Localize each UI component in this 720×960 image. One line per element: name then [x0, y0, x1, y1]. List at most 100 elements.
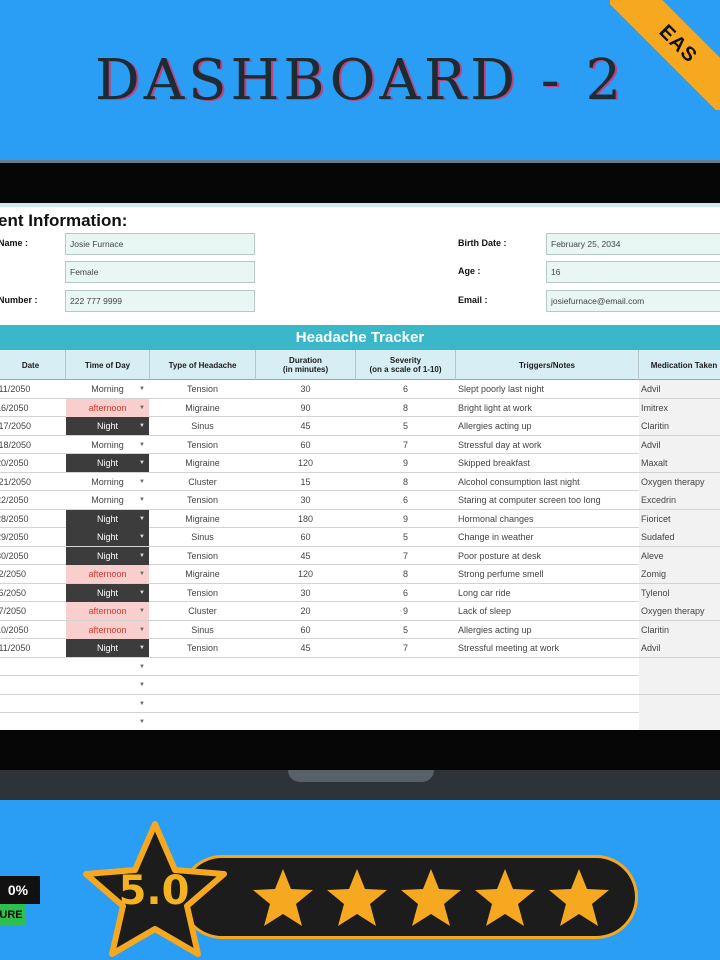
- table-row[interactable]: /17/2050 Night ▼ Sinus 45 5 Allergies acting u…: [0, 417, 720, 436]
- medication-cell[interactable]: Tylenol: [639, 583, 720, 602]
- time-of-day-select[interactable]: afternoon ▼: [66, 620, 149, 639]
- notes-cell[interactable]: [458, 713, 638, 730]
- table-row[interactable]: /21/2050 Morning ▼ Cluster 15 8 Alcohol consum…: [0, 472, 720, 491]
- time-of-day-select[interactable]: ▼: [66, 676, 149, 694]
- medication-cell[interactable]: Advil: [639, 639, 720, 657]
- table-row[interactable]: 22/2050 Morning ▼ Tension 30 6 Staring at comp…: [0, 491, 720, 510]
- time-of-day-select[interactable]: afternoon ▼: [66, 565, 149, 583]
- severity-cell[interactable]: [356, 676, 455, 694]
- medication-cell[interactable]: [639, 676, 720, 694]
- headache-type-cell[interactable]: [150, 676, 255, 694]
- time-of-day-select[interactable]: Night ▼: [66, 509, 149, 528]
- column-header-time[interactable]: Time of Day: [66, 350, 150, 380]
- headache-type-cell[interactable]: [150, 713, 255, 730]
- medication-cell[interactable]: Maxalt: [639, 454, 720, 472]
- headache-type-cell[interactable]: Tension: [150, 436, 255, 454]
- table-row[interactable]: ▼: [0, 676, 720, 695]
- medication-cell[interactable]: [639, 713, 720, 730]
- time-of-day-select[interactable]: Morning ▼: [66, 491, 149, 509]
- time-of-day-select[interactable]: Night ▼: [66, 639, 149, 657]
- column-header-duration[interactable]: Duration (in minutes): [256, 350, 356, 380]
- severity-cell[interactable]: 8: [356, 473, 455, 491]
- headache-type-cell[interactable]: Migraine: [150, 565, 255, 583]
- time-of-day-select[interactable]: ▼: [66, 713, 149, 730]
- duration-cell[interactable]: [256, 713, 355, 730]
- chevron-down-icon[interactable]: ▼: [139, 565, 145, 583]
- severity-cell[interactable]: 5: [356, 528, 455, 546]
- headache-type-cell[interactable]: Cluster: [150, 602, 255, 620]
- date-cell[interactable]: /6/2050: [0, 584, 66, 602]
- medication-cell[interactable]: Oxygen therapy: [639, 472, 720, 491]
- time-of-day-select[interactable]: Morning ▼: [66, 436, 149, 454]
- notes-cell[interactable]: Stressful day at work: [458, 436, 638, 454]
- date-cell[interactable]: 10/2050: [0, 621, 66, 639]
- chevron-down-icon[interactable]: ▼: [139, 528, 145, 546]
- email-field[interactable]: josiefurnace@email.com: [546, 290, 720, 312]
- age-field[interactable]: 16: [546, 261, 720, 283]
- chevron-down-icon[interactable]: ▼: [139, 491, 145, 509]
- date-cell[interactable]: [0, 695, 66, 713]
- duration-cell[interactable]: 120: [256, 454, 355, 472]
- date-cell[interactable]: 20/2050: [0, 454, 66, 472]
- medication-cell[interactable]: Imitrex: [639, 398, 720, 417]
- chevron-down-icon[interactable]: ▼: [139, 417, 145, 435]
- notes-cell[interactable]: Slept poorly last night: [458, 380, 638, 398]
- headache-type-cell[interactable]: Tension: [150, 491, 255, 509]
- duration-cell[interactable]: 45: [256, 417, 355, 435]
- medication-cell[interactable]: Claritin: [639, 417, 720, 435]
- table-row[interactable]: ▼: [0, 694, 720, 713]
- date-cell[interactable]: 22/2050: [0, 491, 66, 509]
- notes-cell[interactable]: Staring at computer screen too long: [458, 491, 638, 509]
- chevron-down-icon[interactable]: ▼: [139, 676, 145, 694]
- notes-cell[interactable]: Lack of sleep: [458, 602, 638, 620]
- headache-type-cell[interactable]: Tension: [150, 547, 255, 565]
- headache-type-cell[interactable]: Cluster: [150, 473, 255, 491]
- medication-cell[interactable]: Advil: [639, 435, 720, 454]
- time-of-day-select[interactable]: Night ▼: [66, 454, 149, 472]
- table-row[interactable]: 16/2050 afternoon ▼ Migraine 90 8 Bright light…: [0, 398, 720, 417]
- headache-type-cell[interactable]: [150, 658, 255, 676]
- time-of-day-select[interactable]: ▼: [66, 695, 149, 713]
- duration-cell[interactable]: 20: [256, 602, 355, 620]
- severity-cell[interactable]: 5: [356, 417, 455, 435]
- duration-cell[interactable]: 30: [256, 584, 355, 602]
- chevron-down-icon[interactable]: ▼: [139, 621, 145, 639]
- headache-type-cell[interactable]: Migraine: [150, 399, 255, 417]
- headache-type-cell[interactable]: Migraine: [150, 454, 255, 472]
- time-of-day-select[interactable]: Night ▼: [66, 528, 149, 546]
- time-of-day-select[interactable]: Morning ▼: [66, 380, 149, 398]
- notes-cell[interactable]: Bright light at work: [458, 399, 638, 417]
- date-cell[interactable]: 30/2050: [0, 547, 66, 565]
- chevron-down-icon[interactable]: ▼: [139, 510, 145, 528]
- date-cell[interactable]: 28/2050: [0, 510, 66, 528]
- chevron-down-icon[interactable]: ▼: [139, 695, 145, 713]
- date-cell[interactable]: /7/2050: [0, 602, 66, 620]
- severity-cell[interactable]: [356, 713, 455, 730]
- chevron-down-icon[interactable]: ▼: [139, 658, 145, 676]
- headache-type-cell[interactable]: Tension: [150, 639, 255, 657]
- severity-cell[interactable]: [356, 695, 455, 713]
- medication-cell[interactable]: Fioricet: [639, 509, 720, 528]
- notes-cell[interactable]: Allergies acting up: [458, 621, 638, 639]
- date-cell[interactable]: 29/2050: [0, 528, 66, 546]
- notes-cell[interactable]: Strong perfume smell: [458, 565, 638, 583]
- chevron-down-icon[interactable]: ▼: [139, 602, 145, 620]
- time-of-day-select[interactable]: ▼: [66, 658, 149, 676]
- severity-cell[interactable]: 7: [356, 639, 455, 657]
- chevron-down-icon[interactable]: ▼: [139, 454, 145, 472]
- time-of-day-select[interactable]: Morning ▼: [66, 473, 149, 491]
- table-row[interactable]: /18/2050 Morning ▼ Tension 60 7 Stressful day …: [0, 435, 720, 454]
- notes-cell[interactable]: [458, 695, 638, 713]
- chevron-down-icon[interactable]: ▼: [139, 639, 145, 657]
- date-cell[interactable]: [0, 676, 66, 694]
- time-of-day-select[interactable]: Night ▼: [66, 583, 149, 602]
- column-header-type[interactable]: Type of Headache: [150, 350, 256, 380]
- chevron-down-icon[interactable]: ▼: [139, 436, 145, 454]
- date-cell[interactable]: 16/2050: [0, 399, 66, 417]
- notes-cell[interactable]: Change in weather: [458, 528, 638, 546]
- notes-cell[interactable]: Stressful meeting at work: [458, 639, 638, 657]
- table-row[interactable]: 20/2050 Night ▼ Migraine 120 9 Skipped breakfa…: [0, 454, 720, 473]
- table-row[interactable]: 28/2050 Night ▼ Migraine 180 9 Hormonal change…: [0, 509, 720, 528]
- severity-cell[interactable]: 6: [356, 380, 455, 398]
- notes-cell[interactable]: Long car ride: [458, 584, 638, 602]
